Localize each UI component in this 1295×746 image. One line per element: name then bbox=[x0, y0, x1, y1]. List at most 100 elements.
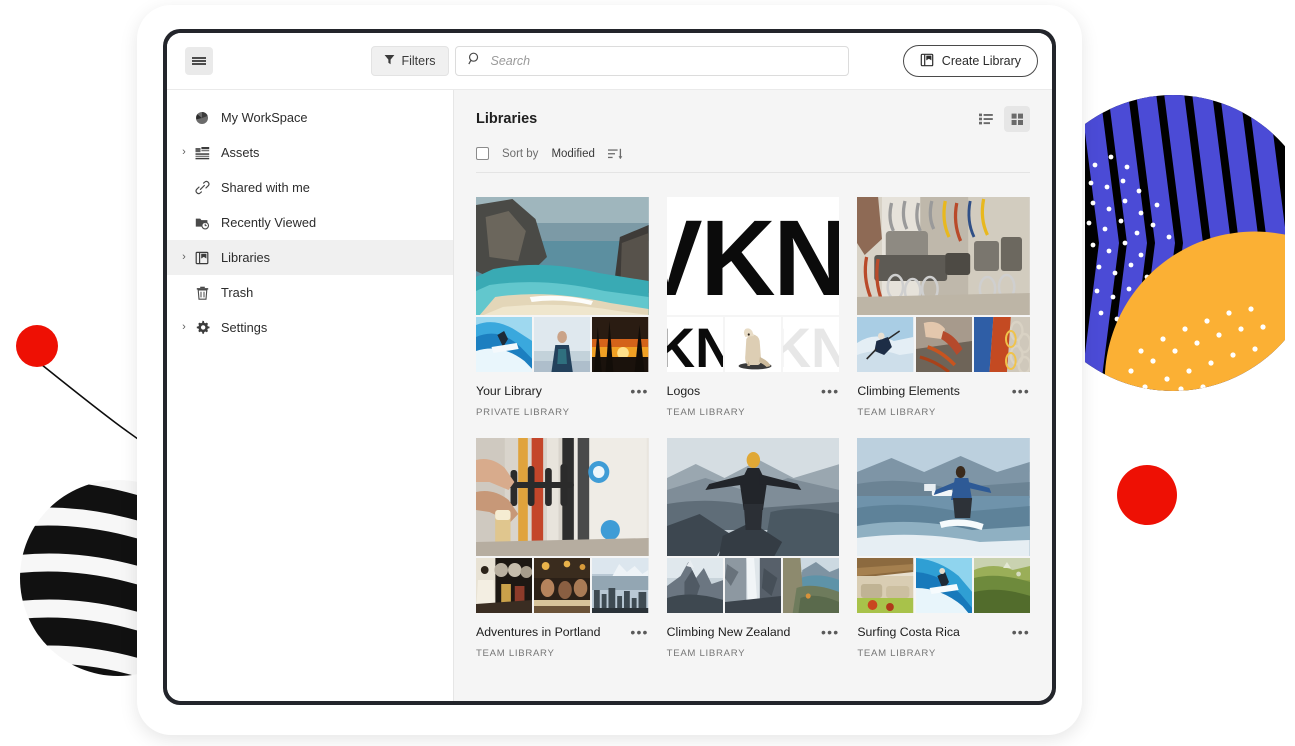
card-thumbnail bbox=[857, 317, 913, 372]
app-screen: Filters Search bbox=[167, 33, 1052, 701]
trash-icon bbox=[191, 286, 213, 300]
select-all-checkbox[interactable] bbox=[476, 147, 489, 160]
sort-descending-icon[interactable] bbox=[608, 148, 623, 160]
card-thumbnail bbox=[857, 558, 913, 613]
sidebar: › My WorkSpace › bbox=[167, 90, 454, 701]
chevron-right-icon[interactable]: › bbox=[177, 147, 191, 158]
link-icon bbox=[191, 180, 213, 195]
sidebar-item-settings[interactable]: › Settings bbox=[167, 310, 453, 345]
card-thumbnail bbox=[725, 317, 781, 372]
card-hero-image: VKNI bbox=[667, 197, 840, 315]
filters-label: Filters bbox=[401, 54, 435, 68]
card-thumbnail bbox=[476, 317, 532, 372]
sidebar-item-shared-with-me[interactable]: › Shared with me bbox=[167, 170, 453, 205]
library-card[interactable]: Surfing Costa Rica ••• TEAM LIBRARY bbox=[857, 438, 1030, 659]
card-title-row: Your Library ••• bbox=[476, 384, 649, 398]
card-footer: Your Library ••• PRIVATE LIBRARY bbox=[476, 372, 649, 418]
assets-grid-icon bbox=[191, 146, 213, 160]
card-library-type: TEAM LIBRARY bbox=[857, 407, 1030, 418]
card-thumbnail bbox=[667, 558, 723, 613]
card-thumbnails bbox=[476, 317, 649, 372]
hamburger-icon[interactable] bbox=[185, 47, 213, 75]
library-card[interactable]: Your Library ••• PRIVATE LIBRARY bbox=[476, 197, 649, 418]
app-body: › My WorkSpace › bbox=[167, 89, 1052, 701]
sidebar-item-trash[interactable]: › Trash bbox=[167, 275, 453, 310]
card-thumbnail bbox=[592, 558, 648, 613]
card-menu-button[interactable]: ••• bbox=[1012, 387, 1030, 395]
card-thumbnails bbox=[857, 558, 1030, 613]
card-title-row: Climbing New Zealand ••• bbox=[667, 625, 840, 639]
library-cards-scroll[interactable]: Your Library ••• PRIVATE LIBRARY bbox=[454, 173, 1052, 701]
card-footer: Surfing Costa Rica ••• TEAM LIBRARY bbox=[857, 613, 1030, 659]
topbar-center-group: Filters Search bbox=[370, 46, 848, 76]
chevron-right-icon[interactable]: › bbox=[177, 322, 191, 333]
sidebar-item-label: Shared with me bbox=[221, 180, 310, 195]
search-input[interactable]: Search bbox=[455, 46, 849, 76]
sidebar-item-assets[interactable]: › Assets bbox=[167, 135, 453, 170]
sort-by-value[interactable]: Modified bbox=[551, 148, 594, 160]
sort-by-label: Sort by bbox=[502, 148, 538, 160]
card-title-row: Adventures in Portland ••• bbox=[476, 625, 649, 639]
grid-view-icon[interactable] bbox=[1004, 106, 1030, 132]
library-icon bbox=[920, 53, 934, 70]
decoration-red-circle-right bbox=[1117, 465, 1177, 525]
card-thumbnail bbox=[974, 317, 1030, 372]
create-library-label: Create Library bbox=[942, 54, 1021, 68]
sidebar-item-label: Trash bbox=[221, 285, 253, 300]
gear-icon bbox=[191, 320, 213, 335]
sidebar-item-label: Libraries bbox=[221, 250, 270, 265]
device-bezel: Filters Search bbox=[163, 29, 1056, 705]
search-icon bbox=[468, 52, 481, 70]
list-view-icon[interactable] bbox=[973, 106, 999, 132]
card-thumbnail bbox=[725, 558, 781, 613]
card-title: Logos bbox=[667, 384, 701, 398]
card-thumbnail bbox=[476, 558, 532, 613]
view-toggle-group bbox=[973, 106, 1030, 132]
card-menu-button[interactable]: ••• bbox=[630, 628, 648, 636]
library-card[interactable]: Climbing New Zealand ••• TEAM LIBRARY bbox=[667, 438, 840, 659]
card-menu-button[interactable]: ••• bbox=[1012, 628, 1030, 636]
library-card[interactable]: Adventures in Portland ••• TEAM LIBRARY bbox=[476, 438, 649, 659]
card-footer: Climbing New Zealand ••• TEAM LIBRARY bbox=[667, 613, 840, 659]
card-title: Climbing Elements bbox=[857, 384, 960, 398]
workspace-icon bbox=[191, 111, 213, 125]
card-library-type: TEAM LIBRARY bbox=[667, 648, 840, 659]
card-footer: Adventures in Portland ••• TEAM LIBRARY bbox=[476, 613, 649, 659]
sidebar-item-recently-viewed[interactable]: › Recently Viewed bbox=[167, 205, 453, 240]
sidebar-item-libraries[interactable]: › Libraries bbox=[167, 240, 453, 275]
card-hero-image bbox=[476, 197, 649, 315]
card-title: Climbing New Zealand bbox=[667, 625, 791, 639]
card-hero-image bbox=[857, 438, 1030, 556]
filter-icon bbox=[383, 54, 394, 68]
card-thumbnail: KN bbox=[783, 317, 839, 372]
card-thumbnail bbox=[592, 317, 648, 372]
card-thumbnails bbox=[857, 317, 1030, 372]
card-library-type: TEAM LIBRARY bbox=[476, 648, 649, 659]
library-cards-grid: Your Library ••• PRIVATE LIBRARY bbox=[476, 197, 1030, 659]
card-title: Adventures in Portland bbox=[476, 625, 600, 639]
filters-button[interactable]: Filters bbox=[370, 46, 448, 76]
library-card[interactable]: VKNI KN bbox=[667, 197, 840, 418]
card-title-row: Surfing Costa Rica ••• bbox=[857, 625, 1030, 639]
svg-text:KN: KN bbox=[667, 317, 723, 372]
chevron-right-icon[interactable]: › bbox=[177, 252, 191, 263]
card-menu-button[interactable]: ••• bbox=[821, 628, 839, 636]
create-library-button[interactable]: Create Library bbox=[903, 45, 1038, 77]
sidebar-item-label: Settings bbox=[221, 320, 267, 335]
page-title: Libraries bbox=[476, 111, 537, 127]
card-menu-button[interactable]: ••• bbox=[630, 387, 648, 395]
card-library-type: PRIVATE LIBRARY bbox=[476, 407, 649, 418]
library-card[interactable]: Climbing Elements ••• TEAM LIBRARY bbox=[857, 197, 1030, 418]
content-header: Libraries bbox=[454, 90, 1052, 173]
sidebar-item-label: Assets bbox=[221, 145, 259, 160]
svg-text:VKNI: VKNI bbox=[667, 198, 840, 315]
card-footer: Logos ••• TEAM LIBRARY bbox=[667, 372, 840, 418]
decoration-chevron-circle bbox=[1085, 95, 1285, 391]
sidebar-item-my-workspace[interactable]: › My WorkSpace bbox=[167, 100, 453, 135]
library-book-icon bbox=[191, 251, 213, 265]
decoration-red-circle-left bbox=[16, 325, 58, 367]
card-hero-image bbox=[667, 438, 840, 556]
content-title-row: Libraries bbox=[476, 106, 1030, 132]
main-content: Libraries bbox=[454, 90, 1052, 701]
card-menu-button[interactable]: ••• bbox=[821, 387, 839, 395]
